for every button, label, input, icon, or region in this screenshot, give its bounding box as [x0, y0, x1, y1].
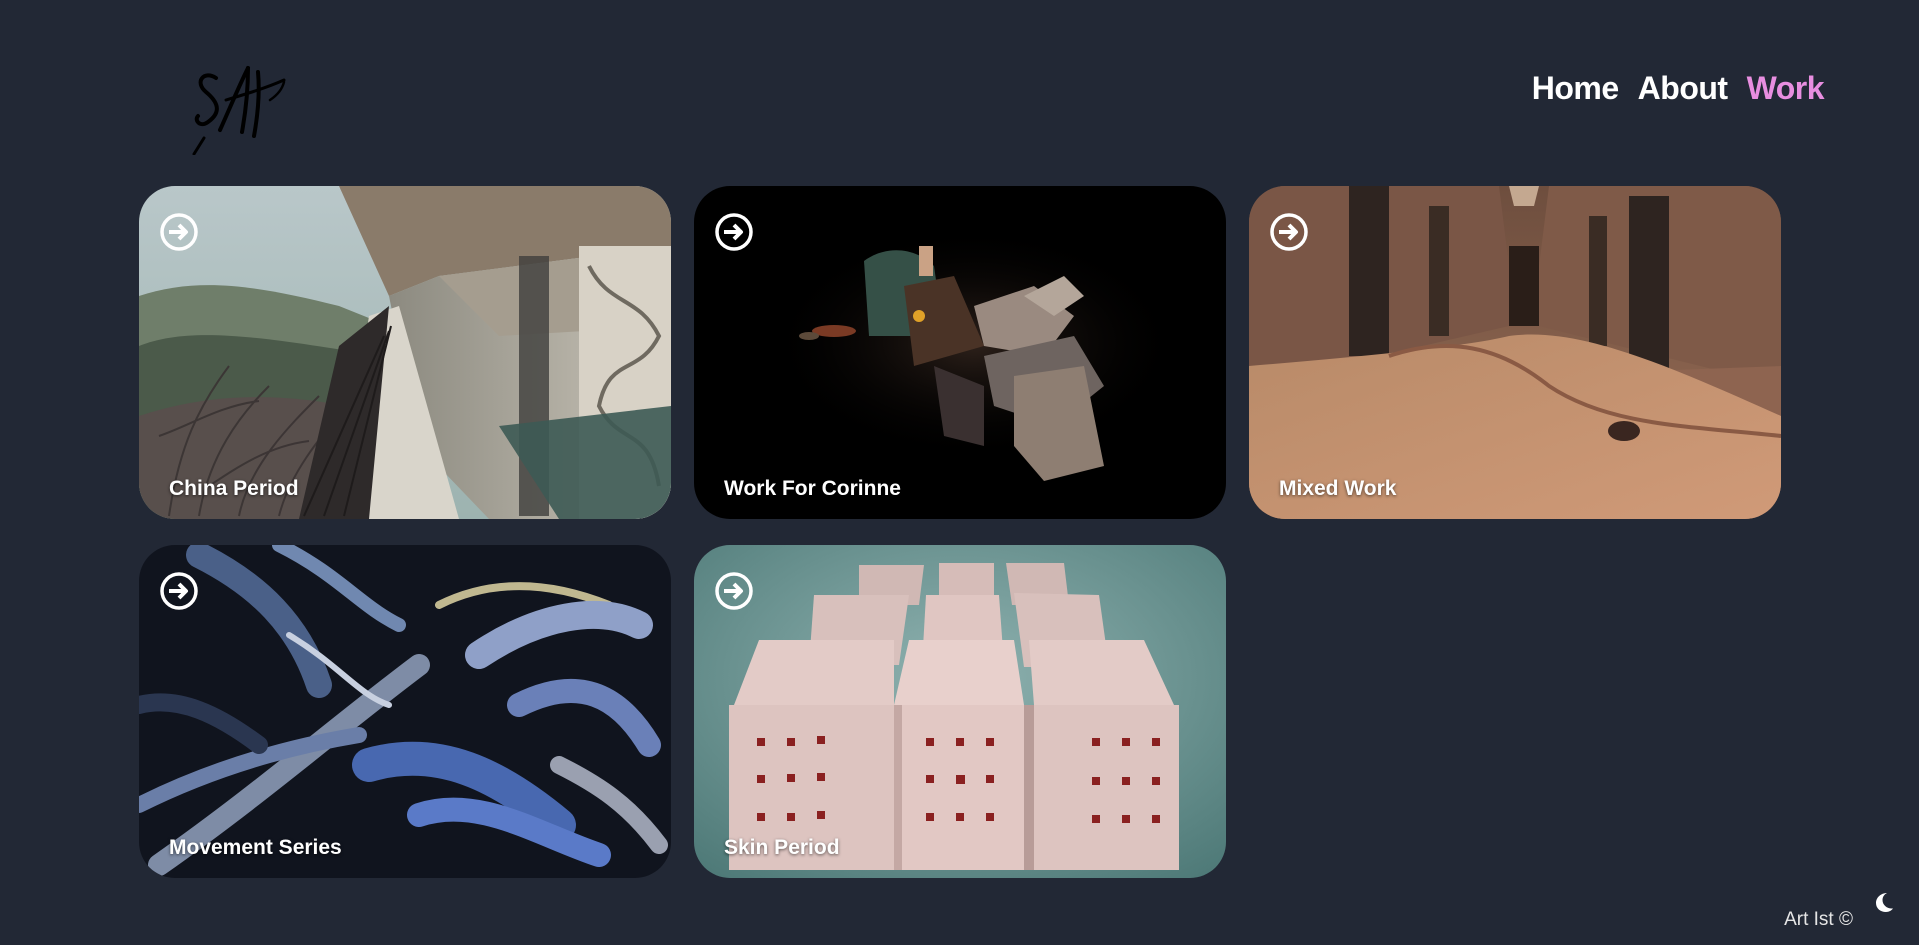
- arrow-right-circle-icon[interactable]: [714, 212, 754, 252]
- arrow-right-circle-icon[interactable]: [159, 571, 199, 611]
- footer-copyright: Art Ist ©: [1784, 909, 1853, 930]
- main-nav: Home About Work: [1532, 70, 1825, 107]
- mixed-work-artwork: [1249, 186, 1781, 519]
- arrow-right-circle-icon[interactable]: [159, 212, 199, 252]
- work-card-mixed-work[interactable]: Mixed Work: [1249, 186, 1781, 519]
- nav-work-link[interactable]: Work: [1747, 70, 1825, 107]
- nav-home-link[interactable]: Home: [1532, 70, 1619, 107]
- skin-period-artwork: [694, 545, 1226, 878]
- work-card-movement-series[interactable]: Movement Series: [139, 545, 671, 878]
- work-card-skin-period[interactable]: Skin Period: [694, 545, 1226, 878]
- card-title: Work For Corinne: [724, 477, 901, 500]
- arrow-right-circle-icon[interactable]: [714, 571, 754, 611]
- work-grid: China Period Work For Corinne Mixed Work…: [139, 186, 1781, 878]
- card-title: China Period: [169, 477, 299, 500]
- work-card-work-for-corinne[interactable]: Work For Corinne: [694, 186, 1226, 519]
- arrow-right-circle-icon[interactable]: [1269, 212, 1309, 252]
- card-title: Movement Series: [169, 836, 342, 859]
- china-period-artwork: [139, 186, 671, 519]
- card-title: Skin Period: [724, 836, 840, 859]
- moon-icon[interactable]: [1873, 891, 1895, 913]
- work-card-china-period[interactable]: China Period: [139, 186, 671, 519]
- header: Home About Work: [0, 0, 1919, 180]
- signature-logo[interactable]: [186, 60, 291, 155]
- work-for-corinne-artwork: [694, 186, 1226, 519]
- card-title: Mixed Work: [1279, 477, 1397, 500]
- movement-series-artwork: [139, 545, 671, 878]
- nav-about-link[interactable]: About: [1638, 70, 1728, 107]
